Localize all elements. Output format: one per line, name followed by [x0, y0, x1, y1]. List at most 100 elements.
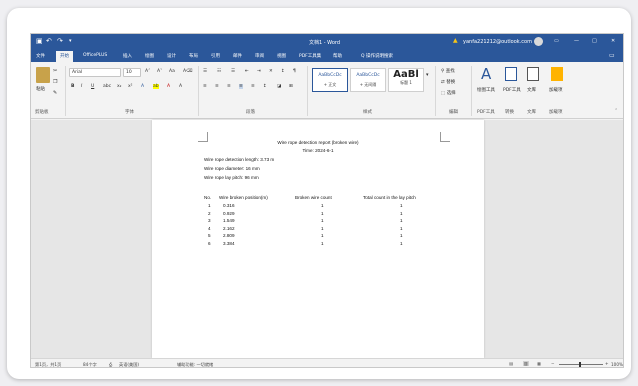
zoom-in-icon[interactable]: + — [605, 361, 609, 366]
collapse-ribbon-icon[interactable]: ˄ — [615, 109, 617, 114]
draw-tools-icon[interactable]: A — [481, 65, 491, 83]
character-shading-icon[interactable]: A — [179, 84, 182, 89]
tab-draw[interactable]: 绘图 — [145, 53, 154, 59]
font-name-value: Arial — [72, 70, 83, 75]
align-center-icon[interactable]: ≡ — [215, 84, 219, 89]
tab-view[interactable]: 视图 — [277, 53, 286, 59]
tab-officeplus[interactable]: OfficePLUS — [83, 53, 107, 58]
paste-icon[interactable] — [36, 67, 50, 83]
strikethrough-icon[interactable]: abc — [103, 84, 111, 89]
document-title: 文档1 - Word — [309, 40, 341, 46]
paste-button[interactable]: 粘贴 — [36, 86, 45, 92]
minimize-button[interactable]: — — [574, 38, 579, 44]
multilevel-list-icon[interactable]: ☰ — [231, 69, 235, 74]
clear-format-icon[interactable]: A⌫ — [183, 69, 192, 74]
select-button[interactable]: ⬚ 选择 — [441, 90, 456, 96]
style-normal[interactable]: AaBbCcDc + 正文 — [312, 68, 348, 92]
sort-icon[interactable]: ↕ — [281, 69, 285, 74]
draw-tools-button[interactable]: 绘图工具 — [477, 87, 495, 93]
subscript-icon[interactable]: x₂ — [117, 84, 121, 89]
tab-file[interactable]: 文件 — [36, 53, 45, 59]
replace-button[interactable]: ⇄ 替换 — [441, 79, 455, 85]
line-spacing-icon[interactable]: ↕ — [263, 84, 267, 89]
italic-button[interactable]: I — [81, 84, 82, 89]
tab-pdf-tools[interactable]: PDF工具集 — [299, 53, 321, 59]
increase-indent-icon[interactable]: ⇥ — [257, 69, 261, 74]
accessibility-status[interactable]: 辅助功能: 一切就绪 — [177, 362, 213, 367]
shading-icon[interactable]: ◪ — [277, 84, 281, 89]
tab-review[interactable]: 审阅 — [255, 53, 264, 59]
format-painter-icon[interactable]: ✎ — [53, 90, 57, 96]
chinese-layout-icon[interactable]: ✕ — [269, 69, 273, 74]
shrink-font-icon[interactable]: A˅ — [157, 69, 162, 74]
save-icon[interactable]: ▣ — [36, 37, 43, 45]
proofing-icon[interactable]: ⎙ — [109, 362, 112, 367]
select-label: 选择 — [446, 91, 456, 96]
superscript-icon[interactable]: x² — [128, 84, 132, 89]
word-count[interactable]: 84个字 — [83, 362, 97, 367]
avatar[interactable] — [534, 37, 543, 46]
zoom-slider-thumb[interactable] — [579, 362, 581, 367]
numbering-icon[interactable]: ☷ — [217, 69, 221, 74]
change-case-icon[interactable]: Aa — [169, 69, 175, 74]
ribbon-display-icon[interactable]: ▭ — [554, 38, 559, 44]
tab-references[interactable]: 引用 — [211, 53, 220, 59]
zoom-out-icon[interactable]: − — [551, 361, 555, 366]
underline-button[interactable]: U — [91, 84, 94, 89]
account-email[interactable]: yanfa221212@outlook.com — [463, 39, 532, 45]
redo-icon[interactable]: ↷ — [57, 37, 63, 45]
find-button[interactable]: ⚲ 查找 — [441, 68, 455, 74]
wenku-icon[interactable] — [527, 67, 539, 81]
font-name-select[interactable]: Arial — [69, 68, 121, 77]
style-name: + 无间隔 — [359, 82, 377, 87]
tab-insert[interactable]: 插入 — [123, 53, 132, 59]
align-left-icon[interactable]: ≡ — [203, 84, 207, 89]
copy-icon[interactable]: ❐ — [53, 79, 57, 85]
undo-icon[interactable]: ↶ — [46, 37, 52, 45]
pdf-tool-icon[interactable] — [505, 67, 517, 81]
warning-icon[interactable]: ▲ — [453, 37, 458, 44]
restore-button[interactable]: □ — [592, 38, 597, 44]
tab-layout[interactable]: 布局 — [189, 53, 198, 59]
grow-font-icon[interactable]: A˄ — [145, 69, 150, 74]
broken-count: 1 — [321, 240, 324, 246]
tell-me-search[interactable]: Q 操作说明搜索 — [361, 53, 393, 59]
text-effects-icon[interactable]: A — [141, 84, 144, 89]
web-layout-icon[interactable]: ▦ — [537, 361, 541, 366]
tab-design[interactable]: 设计 — [167, 53, 176, 59]
addin-icon[interactable] — [551, 67, 563, 81]
pdf-tool-button[interactable]: PDF工具 — [503, 87, 521, 93]
align-right-icon[interactable]: ≡ — [227, 84, 231, 89]
page-count[interactable]: 第1页，共1页 — [35, 362, 61, 367]
read-mode-icon[interactable]: ▤ — [509, 361, 513, 366]
highlight-icon[interactable]: ab — [153, 84, 159, 89]
table-header-total: Total count in the lay pitch — [363, 195, 416, 200]
quick-access-dropdown-icon[interactable]: ▾ — [69, 38, 72, 44]
break-position: 3.384 — [223, 240, 235, 246]
bullets-icon[interactable]: ☰ — [203, 69, 207, 74]
justify-icon[interactable]: ≡ — [239, 84, 243, 89]
bold-button[interactable]: B — [71, 84, 74, 89]
tab-help[interactable]: 帮助 — [333, 53, 342, 59]
cut-icon[interactable]: ✂ — [53, 68, 57, 74]
style-heading-1[interactable]: AaBl 标题 1 — [388, 68, 424, 92]
zoom-slider[interactable] — [559, 364, 603, 365]
font-size-select[interactable]: 10 — [123, 68, 141, 77]
distributed-icon[interactable]: ≡ — [251, 84, 255, 89]
addin-button[interactable]: 加载项 — [549, 87, 563, 93]
comment-icon[interactable]: ▭ — [609, 52, 615, 59]
wenku-button[interactable]: 文库 — [527, 87, 536, 93]
style-no-spacing[interactable]: AaBbCcDc + 无间隔 — [350, 68, 386, 92]
tab-home[interactable]: 开始 — [56, 51, 73, 62]
borders-icon[interactable]: ⊞ — [289, 84, 293, 89]
styles-more-icon[interactable]: ▾ — [426, 72, 429, 78]
decrease-indent-icon[interactable]: ⇤ — [245, 69, 249, 74]
tab-mailings[interactable]: 邮件 — [233, 53, 242, 59]
print-layout-icon[interactable]: ▥ — [523, 361, 529, 366]
font-color-icon[interactable]: A — [167, 84, 170, 89]
show-marks-icon[interactable]: ¶ — [293, 69, 296, 74]
close-button[interactable]: ✕ — [611, 38, 615, 44]
language[interactable]: 英语(美国) — [119, 362, 139, 367]
zoom-level[interactable]: 100% — [611, 362, 623, 367]
document-page[interactable]: Wire rope detection report (broken wire)… — [152, 120, 484, 358]
